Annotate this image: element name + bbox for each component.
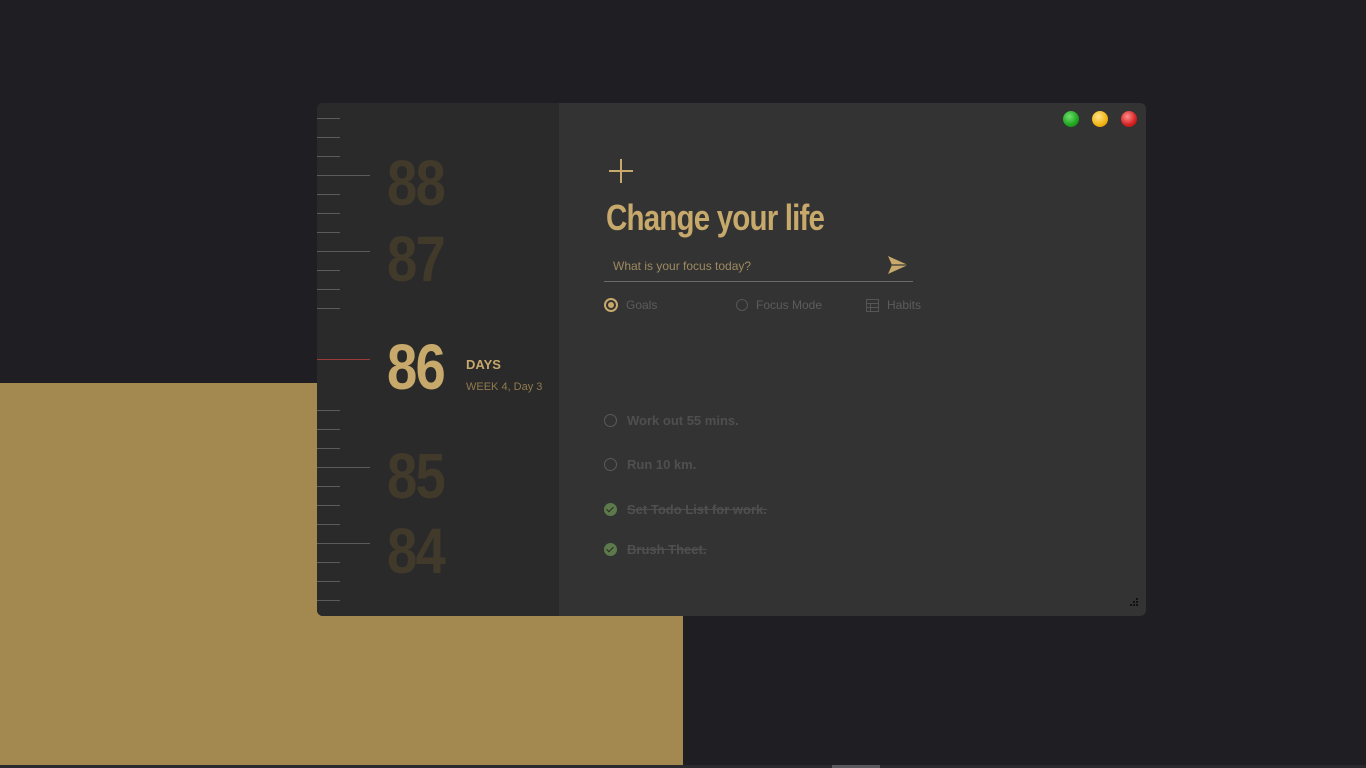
ruler-tick — [317, 156, 340, 157]
ruler-tick — [317, 429, 340, 430]
app-window: 88 87 86 85 84 DAYS WEEK 4, Day 3 Change… — [317, 103, 1146, 616]
calendar-grid-icon — [866, 298, 879, 312]
task-label: Run 10 km. — [627, 456, 697, 472]
day-number-88: 88 — [387, 147, 446, 219]
ruler-tick-current — [317, 359, 370, 360]
send-icon[interactable] — [887, 255, 909, 275]
task-label: Brush Theet. — [627, 541, 707, 557]
mode-goals[interactable]: Goals — [604, 298, 657, 312]
day-number-85: 85 — [387, 440, 446, 512]
ruler-tick — [317, 581, 340, 582]
plus-icon[interactable] — [609, 159, 633, 183]
ruler-tick — [317, 486, 340, 487]
focus-input[interactable] — [604, 251, 913, 282]
day-number-84: 84 — [387, 515, 446, 587]
resize-grip-icon[interactable] — [1127, 597, 1139, 609]
circle-icon — [736, 299, 748, 311]
ruler-tick — [317, 448, 340, 449]
checkmark-icon[interactable] — [604, 542, 617, 556]
mode-goals-label: Goals — [626, 298, 658, 312]
ruler-tick — [317, 524, 340, 525]
ruler-tick — [317, 505, 340, 506]
ruler-tick — [317, 308, 340, 309]
mode-habits[interactable]: Habits — [866, 298, 921, 312]
week-day-label: WEEK 4, Day 3 — [466, 381, 543, 393]
task-item[interactable]: Run 10 km. — [604, 456, 696, 472]
ruler-tick — [317, 543, 370, 544]
ruler-tick — [317, 410, 340, 411]
page-title: Change your life — [606, 197, 825, 238]
ruler-tick — [317, 175, 370, 176]
ruler-tick — [317, 289, 340, 290]
ruler-tick — [317, 600, 340, 601]
close-button[interactable] — [1121, 111, 1137, 127]
unchecked-circle-icon[interactable] — [604, 413, 617, 427]
task-item-done[interactable]: Brush Theet. — [604, 541, 706, 557]
ruler-tick — [317, 232, 340, 233]
days-unit-label: DAYS — [466, 357, 501, 372]
ruler-tick — [317, 118, 340, 119]
ruler-tick — [317, 213, 340, 214]
ruler-tick — [317, 137, 340, 138]
maximize-button[interactable] — [1063, 111, 1079, 127]
task-item-done[interactable]: Set Todo List for work. — [604, 501, 767, 517]
mode-focus-label: Focus Mode — [756, 298, 823, 312]
ruler-tick — [317, 467, 370, 468]
day-number-current: 86 — [387, 331, 446, 403]
task-label: Work out 55 mins. — [627, 412, 739, 428]
checkmark-icon[interactable] — [604, 502, 617, 516]
task-item[interactable]: Work out 55 mins. — [604, 412, 739, 428]
task-label: Set Todo List for work. — [627, 501, 767, 517]
target-icon — [604, 298, 618, 312]
mode-habits-label: Habits — [887, 298, 922, 312]
mode-focus[interactable]: Focus Mode — [736, 298, 822, 312]
ruler-tick — [317, 194, 340, 195]
ruler-tick — [317, 251, 370, 252]
ruler-tick — [317, 562, 340, 563]
day-number-87: 87 — [387, 223, 446, 295]
countdown-sidebar: 88 87 86 85 84 DAYS WEEK 4, Day 3 — [317, 103, 559, 616]
unchecked-circle-icon[interactable] — [604, 457, 617, 471]
minimize-button[interactable] — [1092, 111, 1108, 127]
ruler-tick — [317, 270, 340, 271]
